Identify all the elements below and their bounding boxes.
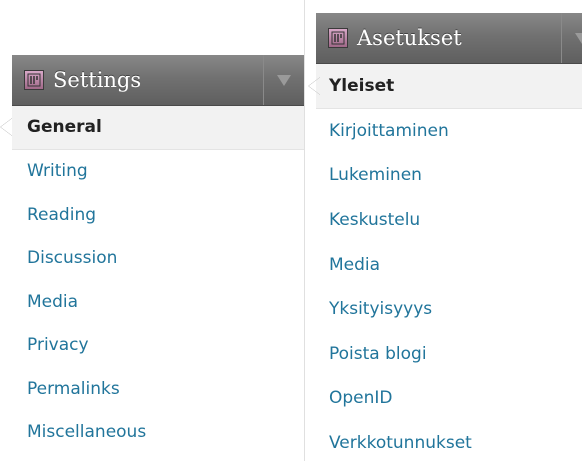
settings-icon — [24, 70, 44, 90]
submenu-item-poista-blogi[interactable]: Poista blogi — [316, 332, 582, 377]
submenu-item-privacy[interactable]: Privacy — [12, 324, 304, 368]
settings-icon — [328, 28, 348, 48]
submenu-item-media[interactable]: Media — [12, 280, 304, 324]
submenu-item-lukeminen[interactable]: Lukeminen — [316, 153, 582, 198]
submenu-item-discussion[interactable]: Discussion — [12, 237, 304, 281]
submenu-item-media[interactable]: Media — [316, 242, 582, 287]
panel-divider — [304, 0, 305, 461]
submenu-list: Yleiset Kirjoittaminen Lukeminen Keskust… — [308, 64, 582, 465]
menu-toggle[interactable] — [263, 55, 304, 105]
menu-title: Asetukset — [357, 26, 462, 50]
submenu-item-general[interactable]: General — [0, 106, 304, 150]
submenu-item-miscellaneous[interactable]: Miscellaneous — [12, 411, 304, 455]
submenu-item-openid[interactable]: OpenID — [316, 376, 582, 421]
submenu-item-reading[interactable]: Reading — [12, 193, 304, 237]
menu-header[interactable]: Asetukset — [316, 13, 582, 64]
menu-toggle[interactable] — [561, 13, 582, 63]
submenu-item-verkkotunnukset[interactable]: Verkkotunnukset — [316, 421, 582, 465]
submenu-item-yleiset[interactable]: Yleiset — [308, 64, 582, 109]
submenu-item-kirjoittaminen[interactable]: Kirjoittaminen — [316, 109, 582, 154]
menu-title: Settings — [53, 68, 142, 92]
chevron-down-icon — [575, 32, 582, 44]
submenu-item-writing[interactable]: Writing — [12, 150, 304, 194]
submenu-list: General Writing Reading Discussion Media… — [0, 106, 304, 455]
settings-menu-finnish: Asetukset Yleiset Kirjoittaminen Lukemin… — [308, 13, 582, 465]
menu-header[interactable]: Settings — [12, 55, 304, 106]
submenu-item-permalinks[interactable]: Permalinks — [12, 367, 304, 411]
submenu-item-yksityisyyys[interactable]: Yksityisyyys — [316, 287, 582, 332]
submenu-item-keskustelu[interactable]: Keskustelu — [316, 198, 582, 243]
chevron-down-icon — [277, 74, 291, 86]
settings-menu-english: Settings General Writing Reading Discuss… — [0, 55, 304, 455]
